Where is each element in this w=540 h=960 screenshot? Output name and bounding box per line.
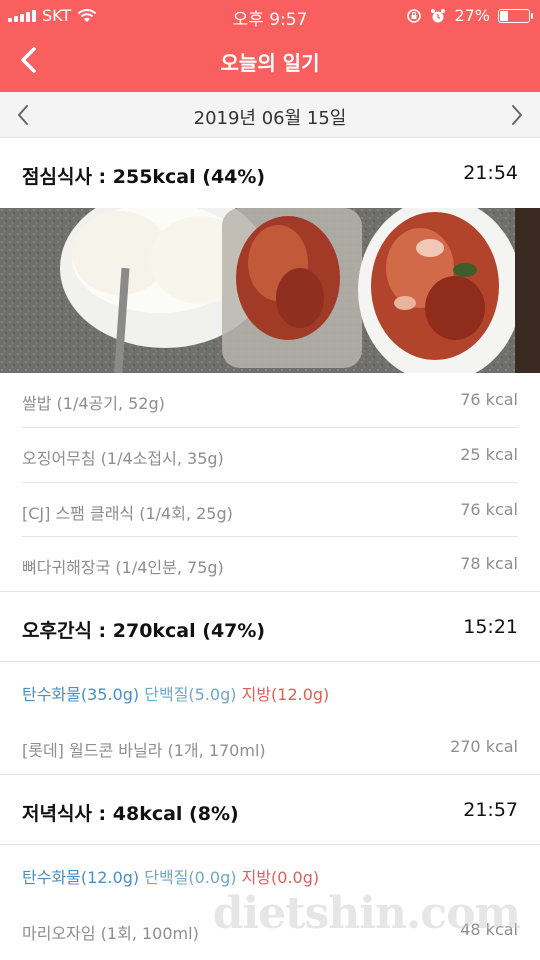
carbs-value: 탄수화물(35.0g) bbox=[22, 685, 140, 704]
next-day-icon[interactable] bbox=[504, 102, 528, 128]
food-name: 오징어무침 (1/4소접시, 35g) bbox=[22, 449, 224, 468]
battery-percent: 27% bbox=[454, 6, 490, 25]
status-bar: SKT 오후 9:57 27% bbox=[0, 0, 540, 30]
food-kcal: 76 kcal bbox=[460, 500, 518, 519]
date-navigator: 2019년 06월 15일 bbox=[0, 92, 540, 138]
food-kcal: 78 kcal bbox=[460, 554, 518, 573]
food-item[interactable]: 뼈다귀해장국 (1/4인분, 75g) 78 kcal bbox=[0, 537, 540, 591]
food-item[interactable]: 쌀밥 (1/4공기, 52g) 76 kcal bbox=[0, 373, 540, 427]
battery-icon bbox=[498, 8, 533, 23]
meal-header-snack[interactable]: 오후간식 : 270kcal (47%) 15:21 bbox=[0, 592, 540, 660]
meal-title: 점심식사 : 255kcal (44%) bbox=[22, 166, 266, 188]
meal-header-dinner[interactable]: 저녁식사 : 48kcal (8%) 21:57 bbox=[0, 775, 540, 843]
food-kcal: 270 kcal bbox=[450, 737, 518, 756]
meal-header-lunch[interactable]: 점심식사 : 255kcal (44%) 21:54 bbox=[0, 138, 540, 206]
fat-value: 지방(0.0g) bbox=[241, 868, 320, 887]
protein-value: 단백질(0.0g) bbox=[144, 868, 237, 887]
meal-time: 15:21 bbox=[463, 616, 518, 638]
divider bbox=[0, 661, 540, 662]
food-item[interactable]: [CJ] 스팸 클래식 (1/4회, 25g) 76 kcal bbox=[0, 483, 540, 537]
divider bbox=[0, 844, 540, 845]
nutrient-summary: 탄수화물(35.0g) 단백질(5.0g) 지방(12.0g) bbox=[22, 681, 329, 705]
page-title: 오늘의 일기 bbox=[220, 51, 320, 75]
protein-value: 단백질(5.0g) bbox=[144, 685, 237, 704]
meal-title: 오후간식 : 270kcal (47%) bbox=[22, 620, 266, 642]
food-name: [롯데] 월드콘 바닐라 (1개, 170ml) bbox=[22, 741, 266, 760]
food-item[interactable]: [롯데] 월드콘 바닐라 (1개, 170ml) 270 kcal bbox=[0, 720, 540, 774]
food-name: 마리오자임 (1회, 100ml) bbox=[22, 924, 199, 943]
food-photo-image bbox=[0, 208, 540, 373]
food-kcal: 25 kcal bbox=[460, 445, 518, 464]
rotation-lock-icon bbox=[407, 8, 422, 23]
food-name: 뼈다귀해장국 (1/4인분, 75g) bbox=[22, 558, 224, 577]
food-item[interactable]: 오징어무침 (1/4소접시, 35g) 25 kcal bbox=[0, 428, 540, 482]
alarm-icon bbox=[431, 8, 446, 22]
food-kcal: 76 kcal bbox=[460, 390, 518, 409]
nutrient-summary: 탄수화물(12.0g) 단백질(0.0g) 지방(0.0g) bbox=[22, 864, 319, 888]
watermark-logo: dietshin.com bbox=[212, 888, 521, 939]
fat-value: 지방(12.0g) bbox=[241, 685, 330, 704]
meal-title: 저녁식사 : 48kcal (8%) bbox=[22, 803, 239, 825]
meal-photo[interactable] bbox=[0, 208, 540, 373]
meal-time: 21:54 bbox=[463, 162, 518, 184]
app-header: SKT 오후 9:57 27% 오늘의 일기 bbox=[0, 0, 540, 92]
meal-time: 21:57 bbox=[463, 799, 518, 821]
food-name: [CJ] 스팸 클래식 (1/4회, 25g) bbox=[22, 504, 233, 523]
current-date: 2019년 06월 15일 bbox=[193, 108, 347, 129]
food-name: 쌀밥 (1/4공기, 52g) bbox=[22, 394, 165, 413]
carbs-value: 탄수화물(12.0g) bbox=[22, 868, 140, 887]
